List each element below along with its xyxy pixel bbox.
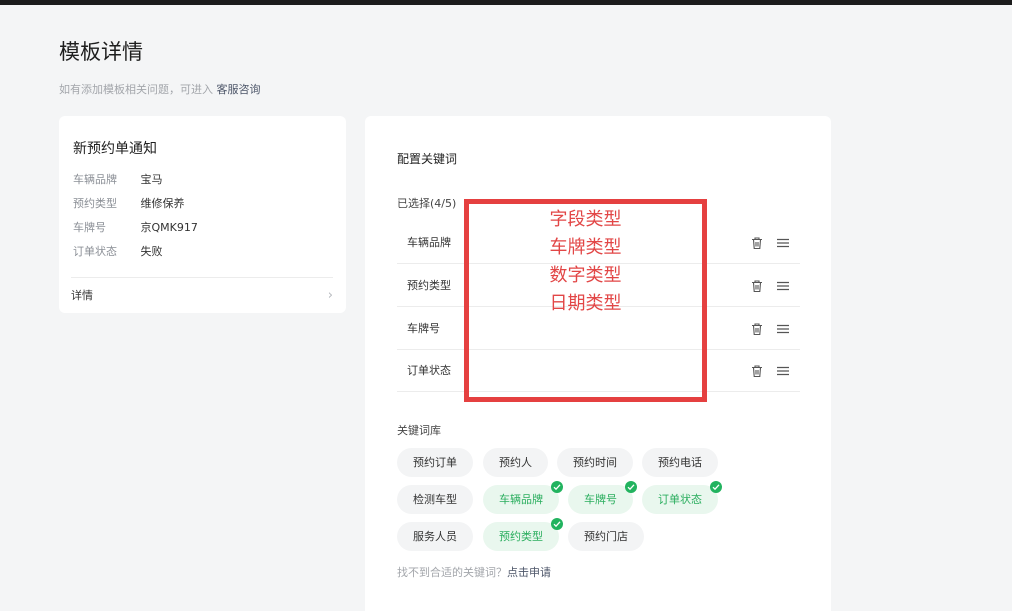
preview-field-value: 宝马 [140, 173, 163, 186]
preview-field: 订单状态 失败 [73, 244, 163, 260]
selected-keyword-row: 预约类型 [397, 264, 800, 307]
preview-field-value: 京QMK917 [140, 221, 198, 234]
check-icon [551, 518, 563, 530]
preview-field-value: 维修保养 [140, 197, 185, 210]
keyword-chip[interactable]: 服务人员 [397, 522, 473, 551]
hint-text: 找不到合适的关键词？ [397, 566, 507, 579]
trash-icon[interactable] [750, 322, 764, 336]
keyword-chip[interactable]: 预约门店 [568, 522, 644, 551]
page-title: 模板详情 [59, 40, 143, 64]
selected-keyword-label: 车辆品牌 [407, 236, 451, 249]
keyword-chip-selected[interactable]: 车牌号 [568, 481, 637, 514]
check-icon [551, 481, 563, 493]
preview-field: 车辆品牌 宝马 [73, 172, 163, 188]
check-icon [710, 481, 722, 493]
selected-keyword-label: 订单状态 [407, 364, 451, 377]
keyword-hint: 找不到合适的关键词？点击申请 [397, 564, 551, 580]
keyword-chip[interactable]: 检测车型 [397, 485, 473, 514]
keyword-chip-label: 预约订单 [413, 456, 457, 469]
keyword-library-title: 关键词库 [397, 424, 441, 437]
keyword-chip-label: 车牌号 [584, 493, 617, 506]
selected-keywords-title: 已选择(4/5) [397, 197, 457, 210]
preview-field-label: 车牌号 [73, 221, 106, 234]
preview-field: 预约类型 维修保养 [73, 196, 185, 212]
drag-handle-icon[interactable] [776, 236, 790, 250]
chevron-right-icon: › [327, 288, 333, 303]
check-icon [625, 481, 637, 493]
preview-field-label: 车辆品牌 [73, 173, 117, 186]
preview-detail-link[interactable]: 详情 › [71, 286, 333, 306]
selected-keyword-label: 车牌号 [407, 322, 440, 335]
subtitle-text: 如有添加模板相关问题，可进入 [59, 83, 213, 96]
preview-detail-label: 详情 [71, 289, 93, 302]
keyword-chip-label: 订单状态 [658, 493, 702, 506]
keyword-chip[interactable]: 预约电话 [642, 448, 718, 477]
keyword-chip-label: 车辆品牌 [499, 493, 543, 506]
keyword-chip-selected[interactable]: 预约类型 [483, 518, 563, 551]
selected-keyword-label: 预约类型 [407, 279, 451, 292]
preview-field-value: 失败 [140, 245, 163, 258]
drag-handle-icon[interactable] [776, 322, 790, 336]
keyword-chip-label: 服务人员 [413, 530, 457, 543]
customer-service-link[interactable]: 客服咨询 [217, 83, 261, 96]
keyword-chip-label: 预约人 [499, 456, 532, 469]
keyword-chip[interactable]: 预约时间 [557, 448, 633, 477]
keyword-chip-label: 预约类型 [499, 530, 543, 543]
keyword-chip-label: 检测车型 [413, 493, 457, 506]
selected-keyword-row: 车牌号 [397, 307, 800, 350]
trash-icon[interactable] [750, 279, 764, 293]
preview-field: 车牌号 京QMK917 [73, 220, 198, 236]
keyword-chip-selected[interactable]: 车辆品牌 [483, 481, 563, 514]
keyword-chip-label: 预约门店 [584, 530, 628, 543]
keyword-chip-selected[interactable]: 订单状态 [642, 481, 722, 514]
config-title: 配置关键词 [397, 152, 458, 166]
drag-handle-icon[interactable] [776, 279, 790, 293]
preview-field-label: 订单状态 [73, 245, 117, 258]
keyword-chip-label: 预约电话 [658, 456, 702, 469]
preview-divider [71, 277, 333, 278]
keyword-chip[interactable]: 预约人 [483, 448, 548, 477]
trash-icon[interactable] [750, 364, 764, 378]
preview-title: 新预约单通知 [73, 141, 157, 157]
window-top-bar [0, 0, 1012, 5]
preview-field-label: 预约类型 [73, 197, 117, 210]
selected-keyword-row: 车辆品牌 [397, 221, 800, 264]
template-preview-card: 新预约单通知 车辆品牌 宝马 预约类型 维修保养 车牌号 京QMK917 订单状… [59, 116, 346, 313]
trash-icon[interactable] [750, 236, 764, 250]
apply-keyword-link[interactable]: 点击申请 [507, 566, 551, 579]
keyword-chip[interactable]: 预约订单 [397, 448, 473, 477]
keyword-config-card: 配置关键词 已选择(4/5) 车辆品牌 预约类型 车牌号 订单状态 关键词库 预… [365, 116, 831, 611]
page-subtitle: 如有添加模板相关问题，可进入 客服咨询 [59, 81, 261, 97]
drag-handle-icon[interactable] [776, 364, 790, 378]
selected-keyword-row: 订单状态 [397, 349, 800, 392]
keyword-chip-label: 预约时间 [573, 456, 617, 469]
